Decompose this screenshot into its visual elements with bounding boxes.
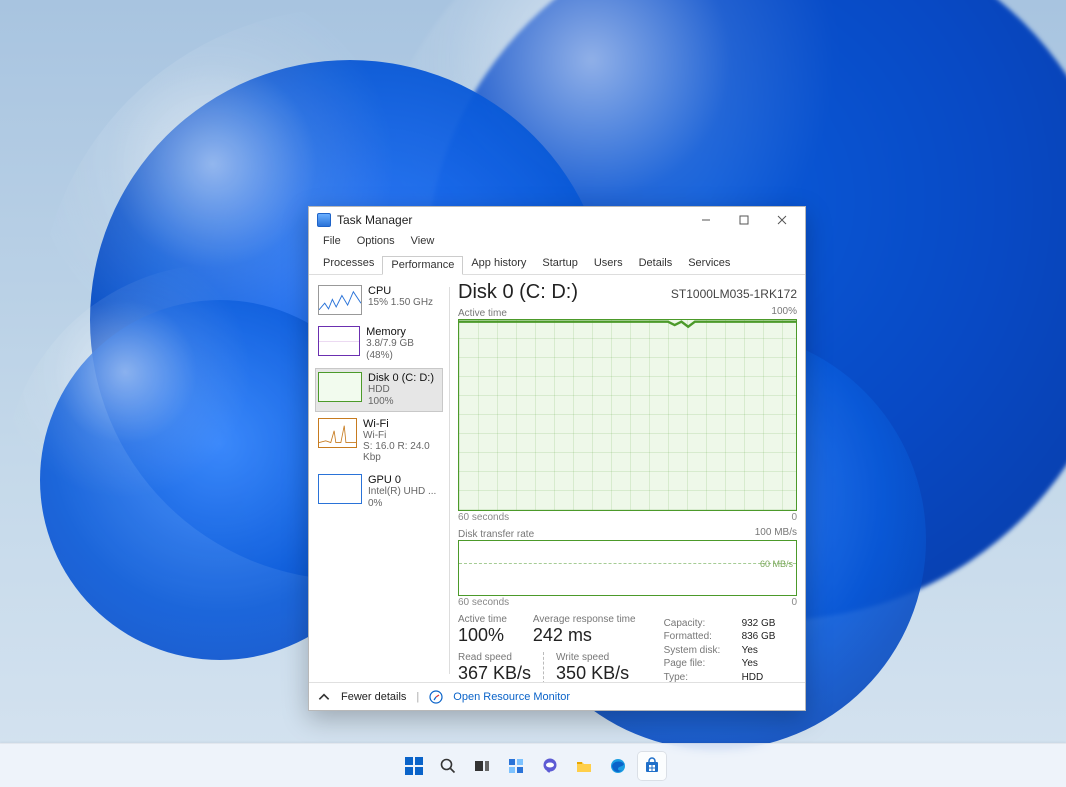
widgets-icon[interactable] <box>502 752 530 780</box>
transfer-rate-graph[interactable]: 60 MB/s <box>458 540 797 596</box>
chat-icon[interactable] <box>536 752 564 780</box>
sidebar-item-label: Memory <box>366 326 440 338</box>
tab-details[interactable]: Details <box>631 255 681 274</box>
edge-icon[interactable] <box>604 752 632 780</box>
sidebar-item-label: GPU 0 <box>368 474 436 486</box>
menu-options[interactable]: Options <box>351 233 401 253</box>
active-time-graph[interactable] <box>458 319 797 511</box>
window-title: Task Manager <box>337 213 687 227</box>
fewer-details-button[interactable]: Fewer details <box>341 691 406 703</box>
performance-sidebar: CPU 15% 1.50 GHz Memory 3.8/7.9 GB (48%) <box>315 281 443 682</box>
wifi-thumb-icon <box>318 418 357 448</box>
sidebar-item-sub: 3.8/7.9 GB (48%) <box>366 338 440 361</box>
task-manager-icon <box>317 213 331 227</box>
gpu-thumb-icon <box>318 474 362 504</box>
taskbar[interactable] <box>0 743 1066 787</box>
sidebar-item-sub: HDD <box>368 384 434 396</box>
sidebar-item-sub2: 100% <box>368 396 434 407</box>
separator: | <box>416 691 419 703</box>
vertical-divider <box>449 287 450 674</box>
memory-thumb-icon <box>318 326 360 356</box>
title-bar[interactable]: Task Manager <box>309 207 805 233</box>
chevron-up-icon[interactable] <box>317 690 331 704</box>
start-button[interactable] <box>400 752 428 780</box>
footer-bar: Fewer details | Open Resource Monitor <box>309 682 805 710</box>
close-button[interactable] <box>763 208 801 232</box>
sidebar-item-label: Disk 0 (C: D:) <box>368 372 434 384</box>
task-view-icon[interactable] <box>468 752 496 780</box>
tab-bar: Processes Performance App history Startu… <box>309 253 805 275</box>
graph1-label-right: 100% <box>771 306 797 319</box>
tab-users[interactable]: Users <box>586 255 631 274</box>
open-resource-monitor-link[interactable]: Open Resource Monitor <box>453 691 570 703</box>
task-manager-window: Task Manager File Options View Processes… <box>308 206 806 711</box>
menu-view[interactable]: View <box>405 233 441 253</box>
sidebar-item-sub2: S: 16.0 R: 24.0 Kbp <box>363 441 440 463</box>
tab-services[interactable]: Services <box>680 255 738 274</box>
menu-bar: File Options View <box>309 233 805 253</box>
tab-performance[interactable]: Performance <box>382 256 463 275</box>
sidebar-item-label: CPU <box>368 285 433 297</box>
page-title: Disk 0 (C: D:) <box>458 281 578 304</box>
sidebar-item-gpu[interactable]: GPU 0 Intel(R) UHD ... 0% <box>315 470 443 514</box>
performance-main: Disk 0 (C: D:) ST1000LM035-1RK172 Active… <box>458 281 799 682</box>
sidebar-item-disk[interactable]: Disk 0 (C: D:) HDD 100% <box>315 368 443 412</box>
resource-monitor-icon <box>429 690 443 704</box>
cpu-thumb-icon <box>318 285 362 315</box>
sidebar-item-memory[interactable]: Memory 3.8/7.9 GB (48%) <box>315 322 443 366</box>
store-icon[interactable] <box>638 752 666 780</box>
sidebar-item-sub: 15% 1.50 GHz <box>368 297 433 309</box>
sidebar-item-sub: Intel(R) UHD ... <box>368 486 436 498</box>
tab-processes[interactable]: Processes <box>315 255 382 274</box>
minimize-button[interactable] <box>687 208 725 232</box>
disk-thumb-icon <box>318 372 362 402</box>
sidebar-item-sub2: 0% <box>368 498 436 509</box>
tab-startup[interactable]: Startup <box>534 255 585 274</box>
sidebar-item-wifi[interactable]: Wi-Fi Wi-Fi S: 16.0 R: 24.0 Kbp <box>315 414 443 469</box>
graph1-label-left: Active time <box>458 308 507 319</box>
tab-app-history[interactable]: App history <box>463 255 534 274</box>
search-icon[interactable] <box>434 752 462 780</box>
sidebar-item-label: Wi-Fi <box>363 418 440 430</box>
disk-model: ST1000LM035-1RK172 <box>671 287 797 301</box>
sidebar-item-cpu[interactable]: CPU 15% 1.50 GHz <box>315 281 443 320</box>
maximize-button[interactable] <box>725 208 763 232</box>
menu-file[interactable]: File <box>317 233 347 253</box>
sidebar-item-sub: Wi-Fi <box>363 430 440 442</box>
file-explorer-icon[interactable] <box>570 752 598 780</box>
